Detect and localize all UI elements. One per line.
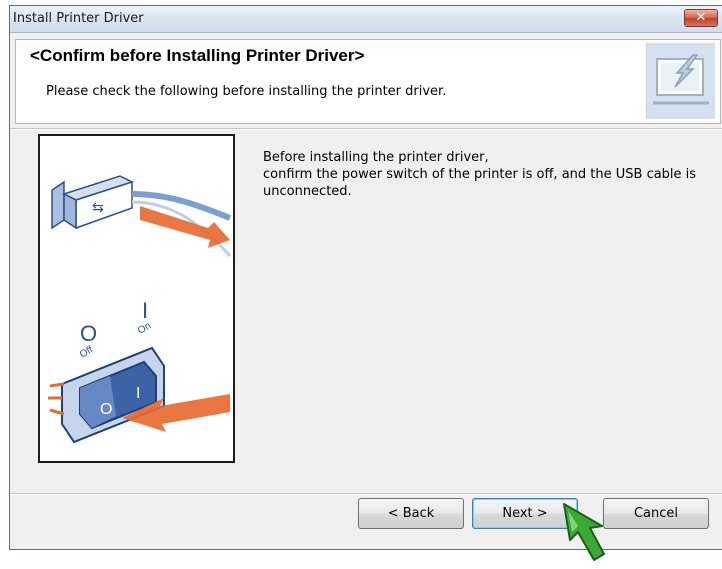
- svg-text:I: I: [136, 385, 140, 402]
- header-separator: [10, 128, 722, 130]
- switch-on-symbol: I: [142, 298, 148, 323]
- instruction-line-2: confirm the power switch of the printer …: [263, 167, 697, 182]
- back-button[interactable]: < Back: [358, 498, 464, 529]
- footer-separator: [10, 493, 722, 495]
- install-driver-window: Install Printer Driver ✕ <Confirm before…: [9, 5, 722, 550]
- switch-on-label: On: [136, 320, 153, 336]
- install-wizard-icon: [646, 43, 715, 119]
- printer-setup-illustration: ⇆ O Off I On O I: [38, 134, 235, 463]
- close-button[interactable]: ✕: [684, 9, 718, 27]
- mouse-cursor-arrow-icon: [563, 503, 605, 561]
- instruction-line-3: unconnected.: [263, 184, 352, 199]
- title-bar: Install Printer Driver ✕: [10, 6, 722, 33]
- svg-text:O: O: [100, 401, 112, 418]
- switch-off-symbol: O: [80, 321, 97, 346]
- instruction-line-1: Before installing the printer driver,: [263, 150, 489, 165]
- page-subtitle: Please check the following before instal…: [46, 84, 447, 99]
- wizard-header: <Confirm before Installing Printer Drive…: [15, 39, 721, 124]
- power-switch-icon: O I: [48, 346, 165, 444]
- window-title: Install Printer Driver: [13, 11, 144, 26]
- svg-text:⇆: ⇆: [92, 200, 104, 216]
- switch-off-label: Off: [78, 344, 95, 360]
- instruction-text: Before installing the printer driver, co…: [263, 149, 722, 200]
- page-title: <Confirm before Installing Printer Drive…: [30, 46, 365, 65]
